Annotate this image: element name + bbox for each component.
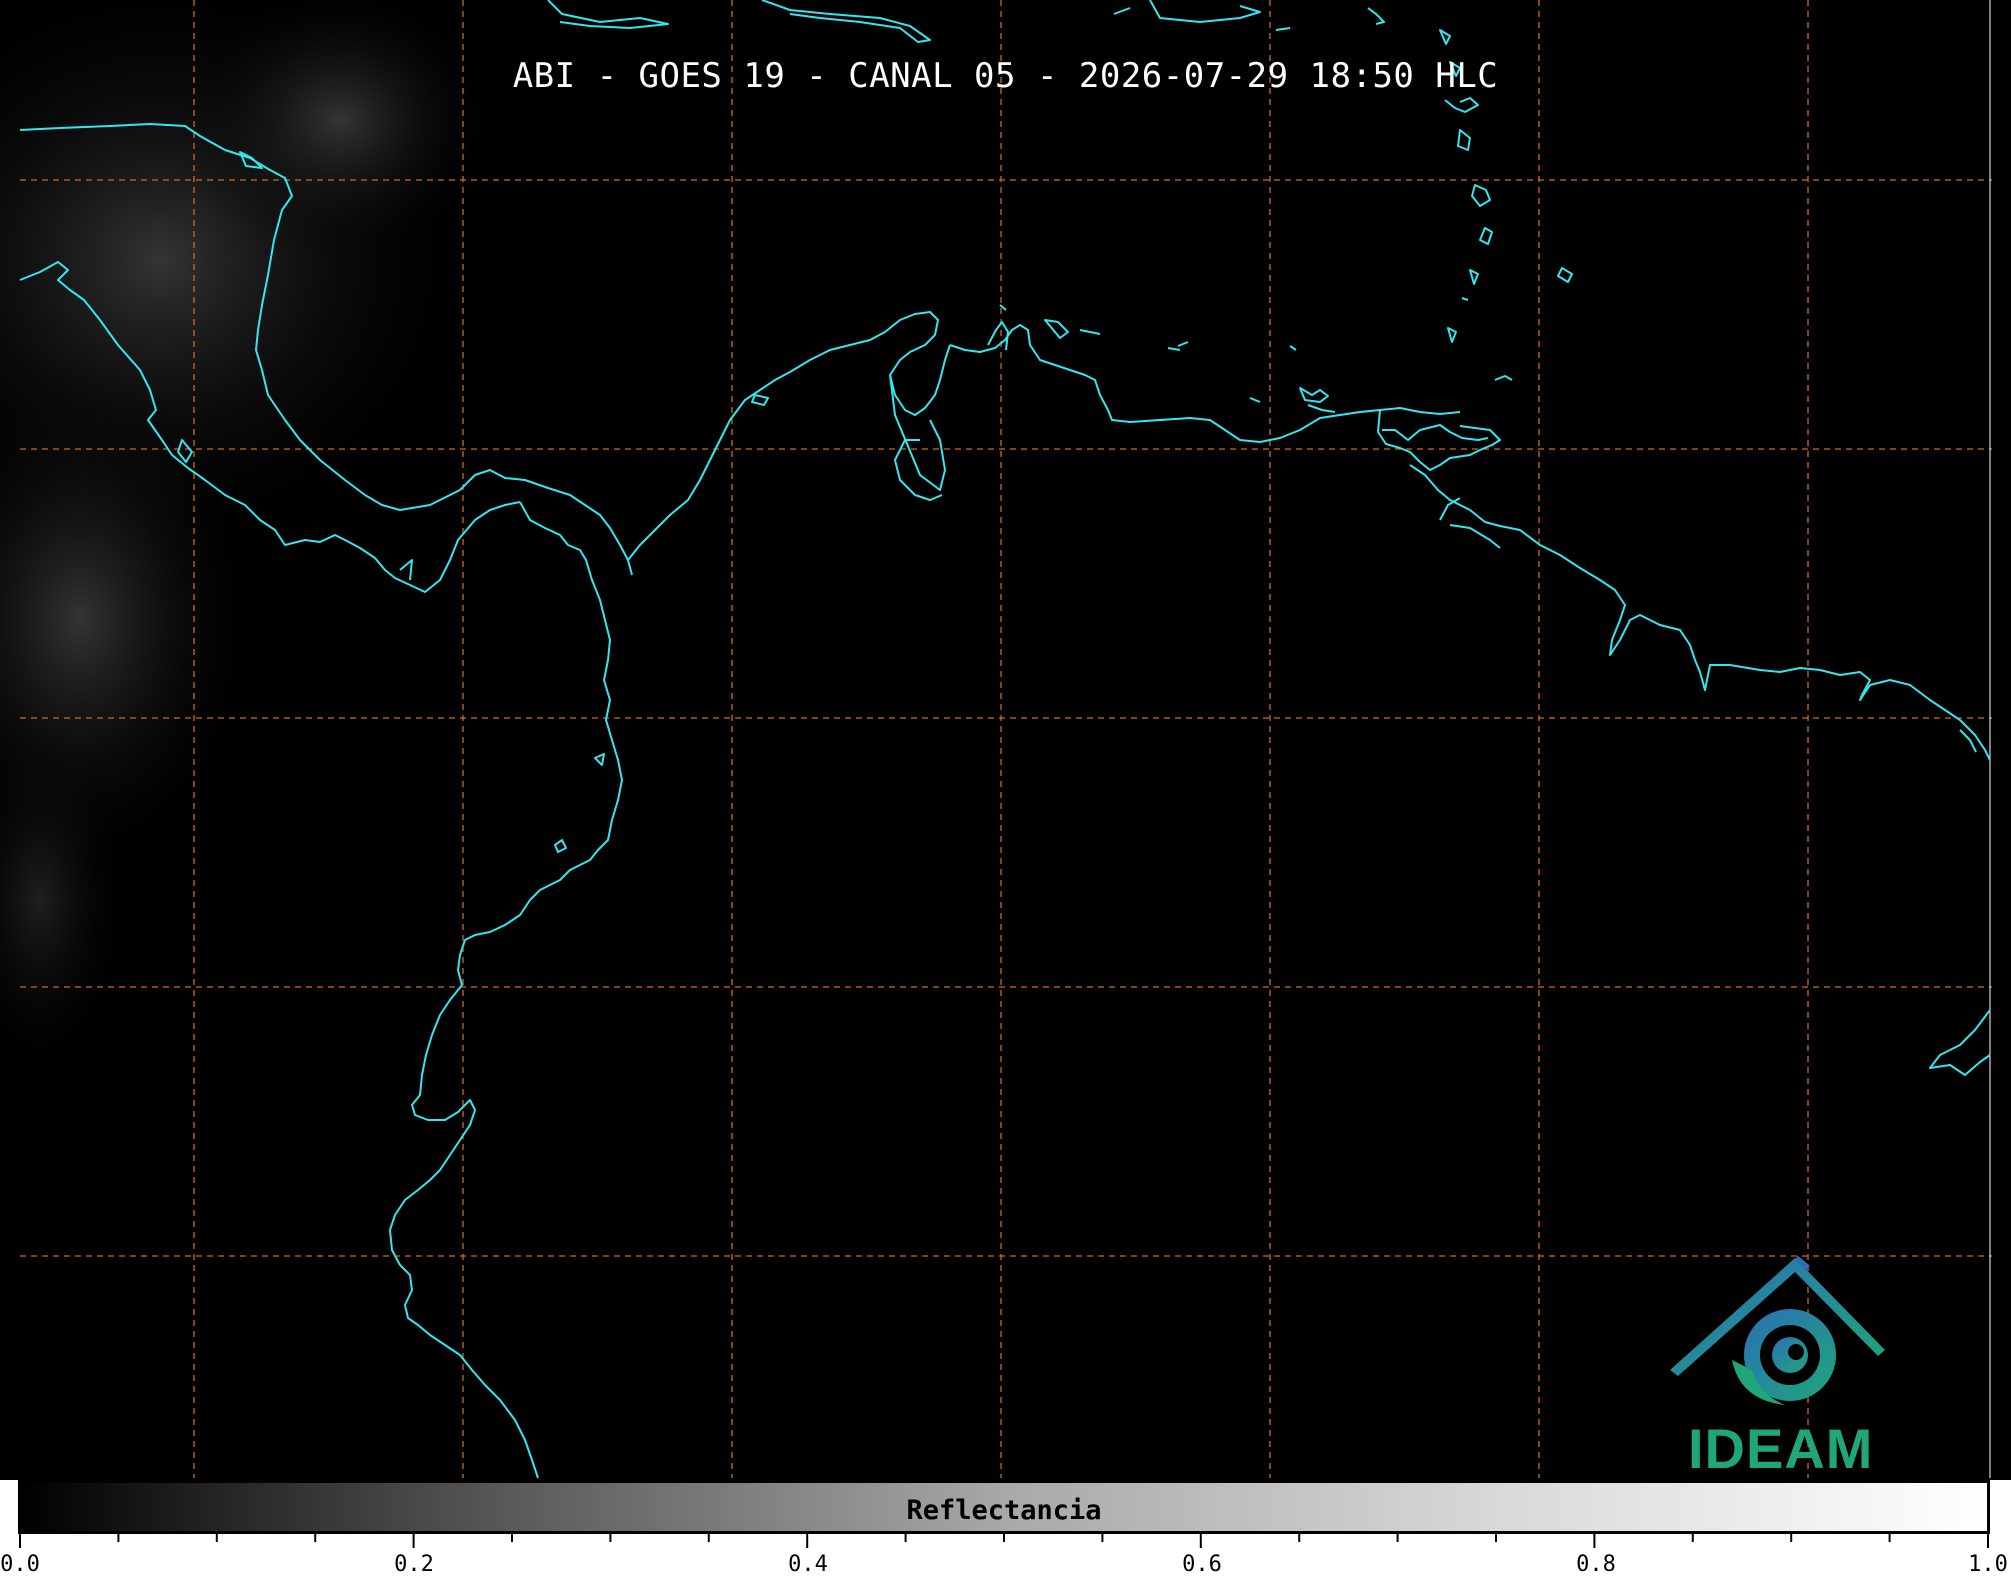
satellite-map: ABI - GOES 19 - CANAL 05 - 2026-07-29 18… — [0, 0, 2011, 1480]
cloud-cover — [0, 0, 500, 1080]
map-title: ABI - GOES 19 - CANAL 05 - 2026-07-29 18… — [512, 56, 1499, 96]
tick-label: 0.8 — [1576, 1552, 1616, 1577]
colorbar: Reflectancia — [18, 1480, 1990, 1534]
colorbar-ticks: 0.0 0.2 0.4 0.6 0.8 1.0 — [0, 1534, 2011, 1577]
logo-text: IDEAM — [1688, 1417, 1874, 1480]
tick-marks — [19, 1534, 1989, 1548]
colorbar-label: Reflectancia — [906, 1495, 1102, 1526]
tick-label: 0.0 — [0, 1552, 40, 1577]
tick-label: 0.2 — [394, 1552, 434, 1577]
tick-label: 1.0 — [1968, 1552, 2008, 1577]
ideam-logo — [1670, 1255, 1885, 1405]
map-canvas — [0, 0, 1992, 1479]
tick-label: 0.4 — [788, 1552, 828, 1577]
tick-label: 0.6 — [1182, 1552, 1222, 1577]
